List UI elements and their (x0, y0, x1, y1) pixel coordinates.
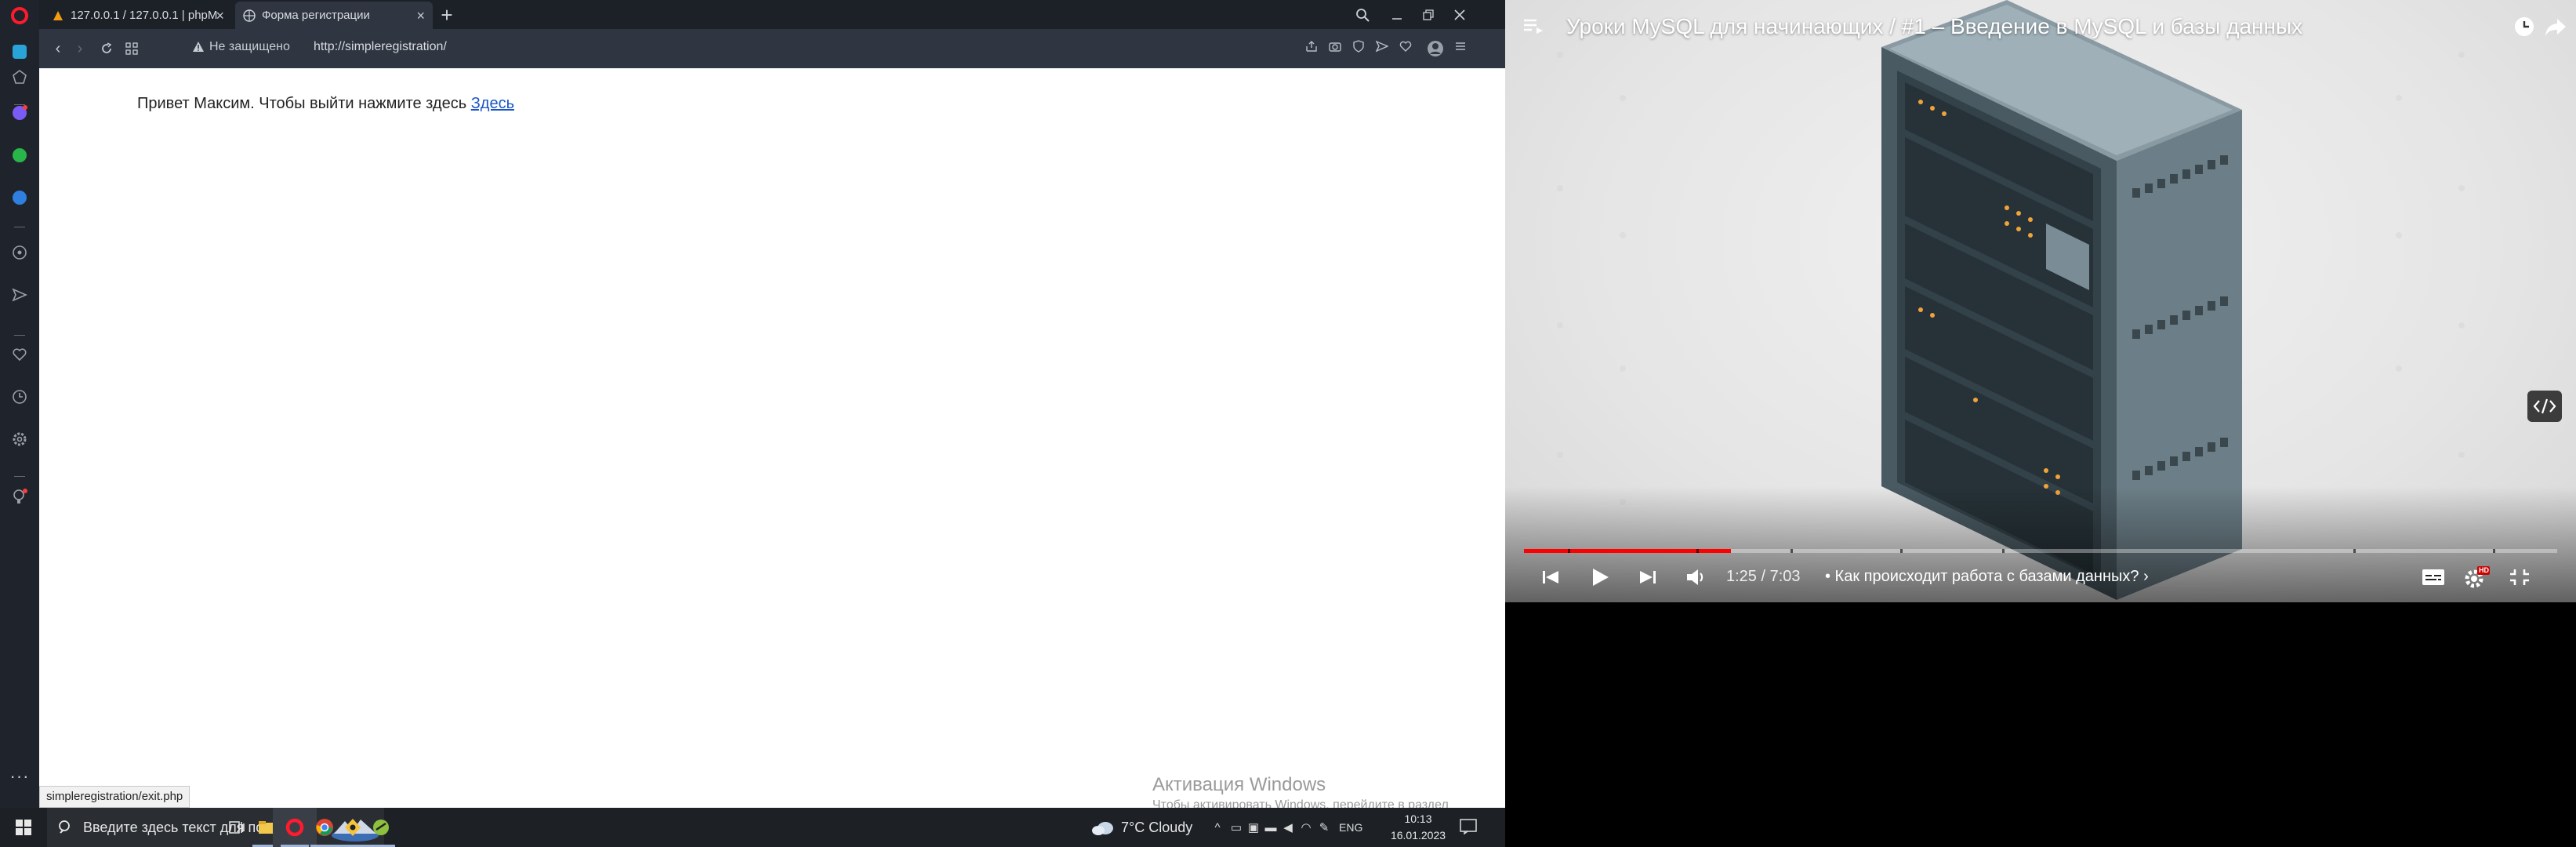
new-tab-button[interactable]: + (435, 3, 459, 27)
tray-screenshot-icon[interactable]: ▣ (1245, 820, 1262, 834)
player-icon[interactable] (0, 237, 39, 268)
video-player[interactable]: Уроки MySQL для начинающих / #1 – Введен… (1505, 0, 2576, 602)
history-clock-icon[interactable] (0, 381, 39, 413)
progress-bar[interactable] (1524, 549, 2557, 553)
chapter-marker (2493, 549, 2495, 553)
next-button[interactable] (1632, 563, 1664, 591)
chapter-marker (1696, 549, 1699, 553)
watch-later-clock-icon[interactable] (2513, 16, 2535, 42)
search-tabs-icon[interactable] (1347, 3, 1378, 27)
tab-phpmyadmin[interactable]: 127.0.0.1 / 127.0.0.1 | phpM × (44, 2, 232, 29)
send-icon[interactable] (0, 279, 39, 311)
bookmarks-heart-icon[interactable] (0, 339, 39, 370)
phpmyadmin-icon (53, 10, 63, 20)
play-button[interactable] (1584, 563, 1615, 591)
profile-avatar-icon[interactable] (1427, 40, 1444, 57)
system-tray: ^ ▭ ▣ ▬ ◀ ◠ ✎ ENG (1207, 808, 1362, 847)
send-icon[interactable] (1373, 40, 1391, 57)
clock-date: 16.01.2023 (1390, 829, 1446, 842)
tiles-icon[interactable] (121, 38, 143, 59)
openserver-icon[interactable] (359, 808, 403, 847)
forward-button[interactable]: › (69, 38, 91, 59)
warning-icon (193, 42, 204, 52)
subtitles-icon[interactable] (2418, 563, 2449, 591)
heart-icon[interactable] (1397, 40, 1414, 57)
tab-close-button[interactable]: × (216, 8, 224, 24)
easy-setup-menu-icon[interactable] (1452, 40, 1469, 57)
activation-subtitle: Чтобы активировать Windows, перейдите в … (1152, 798, 1449, 808)
tab-registration[interactable]: Форма регистрации × (235, 2, 433, 29)
url-field[interactable]: http://simpleregistration/ (314, 40, 447, 54)
whatsapp-icon[interactable] (0, 140, 39, 171)
greeting-text: Привет Максим. Чтобы выйти нажмите здесь… (137, 95, 514, 113)
minimize-button[interactable] (1381, 3, 1413, 27)
taskbar-clock[interactable]: 10:13 16.01.2023 (1388, 811, 1449, 844)
tab-label: Форма регистрации (262, 9, 370, 22)
windows-taskbar: Введите здесь текст для поиска 7°C Cloud… (0, 808, 1505, 847)
volume-icon[interactable]: ◀ (1279, 820, 1297, 834)
embed-code-button[interactable] (2527, 391, 2562, 422)
share-arrow-icon[interactable] (2545, 17, 2567, 42)
start-button[interactable] (0, 808, 47, 847)
logout-link[interactable]: Здесь (471, 95, 514, 112)
status-link-preview: simpleregistration/exit.php (39, 786, 190, 808)
greeting-label: Привет Максим. Чтобы выйти нажмите здесь (137, 95, 467, 112)
weather-text: 7°C Cloudy (1121, 819, 1193, 835)
security-label: Не защищено (209, 40, 290, 53)
restore-button[interactable] (1413, 3, 1444, 27)
clock-time: 10:13 (1404, 812, 1432, 825)
previous-button[interactable] (1535, 563, 1566, 591)
video-title[interactable]: Уроки MySQL для начинающих / #1 – Введен… (1566, 14, 2302, 39)
chapter-marker (1791, 549, 1793, 553)
messenger-icon[interactable] (0, 97, 39, 129)
camera-icon[interactable] (1326, 40, 1344, 57)
notifications-icon[interactable] (1460, 819, 1477, 835)
battery-icon[interactable]: ▬ (1262, 821, 1279, 834)
volume-icon[interactable] (1681, 563, 1712, 591)
time-display: 1:25 / 7:03 (1726, 568, 1801, 585)
search-icon (59, 820, 70, 834)
settings-gear-icon[interactable] (0, 424, 39, 455)
globe-icon (243, 9, 256, 22)
windows-logo-icon (16, 820, 31, 835)
chapter-marker (2002, 549, 2005, 553)
close-window-button[interactable] (1444, 3, 1475, 27)
tray-app-icon[interactable]: ▭ (1228, 820, 1245, 834)
tray-expand-icon[interactable]: ^ (1207, 821, 1228, 834)
share-icon[interactable] (1303, 40, 1320, 57)
language-indicator[interactable]: ENG (1339, 821, 1362, 834)
tab-label: 127.0.0.1 / 127.0.0.1 | phpM (71, 9, 218, 22)
tab-bar: 127.0.0.1 / 127.0.0.1 | phpM × Форма рег… (39, 0, 1505, 29)
pen-icon[interactable]: ✎ (1315, 820, 1333, 834)
progress-played (1524, 549, 1731, 553)
hd-badge: HD (2479, 566, 2489, 574)
empty-black-area (1505, 602, 2576, 847)
vk-icon[interactable] (0, 182, 39, 213)
tips-bulb-icon[interactable] (0, 482, 39, 513)
cloud-icon (1092, 822, 1113, 835)
more-dots-icon[interactable]: ··· (0, 761, 39, 792)
exit-fullscreen-icon[interactable] (2504, 563, 2535, 591)
wifi-icon[interactable]: ◠ (1297, 820, 1315, 834)
opera-sidebar: — — — — ··· (0, 0, 39, 808)
weather-widget[interactable]: 7°C Cloudy (1091, 808, 1192, 847)
chapter-marker (2353, 549, 2356, 553)
vpn-shield-icon[interactable] (1350, 40, 1367, 57)
page-content: Привет Максим. Чтобы выйти нажмите здесь… (39, 68, 1505, 808)
opera-logo-icon[interactable] (0, 0, 39, 31)
reload-button[interactable] (96, 38, 118, 59)
back-button[interactable]: ‹ (47, 38, 69, 59)
security-indicator[interactable]: Не защищено (192, 40, 290, 54)
playlist-icon[interactable] (1522, 17, 1544, 40)
address-bar: ‹ › Не защищено http://simpleregistratio… (39, 29, 1505, 68)
settings-gear-icon[interactable]: HD (2460, 563, 2491, 591)
windows-activation-watermark: Активация Windows Чтобы активировать Win… (1152, 774, 1497, 808)
activation-title: Активация Windows (1152, 774, 1326, 795)
tab-close-button[interactable]: × (416, 8, 425, 24)
chapter-marker (1900, 549, 1903, 553)
chapter-marker (1568, 549, 1570, 553)
chapter-title[interactable]: • Как происходит работа с базами данных?… (1825, 568, 2149, 586)
browser-window: — — — — ··· 127.0.0.1 / 127.0.0.1 | phpM… (0, 0, 1505, 808)
